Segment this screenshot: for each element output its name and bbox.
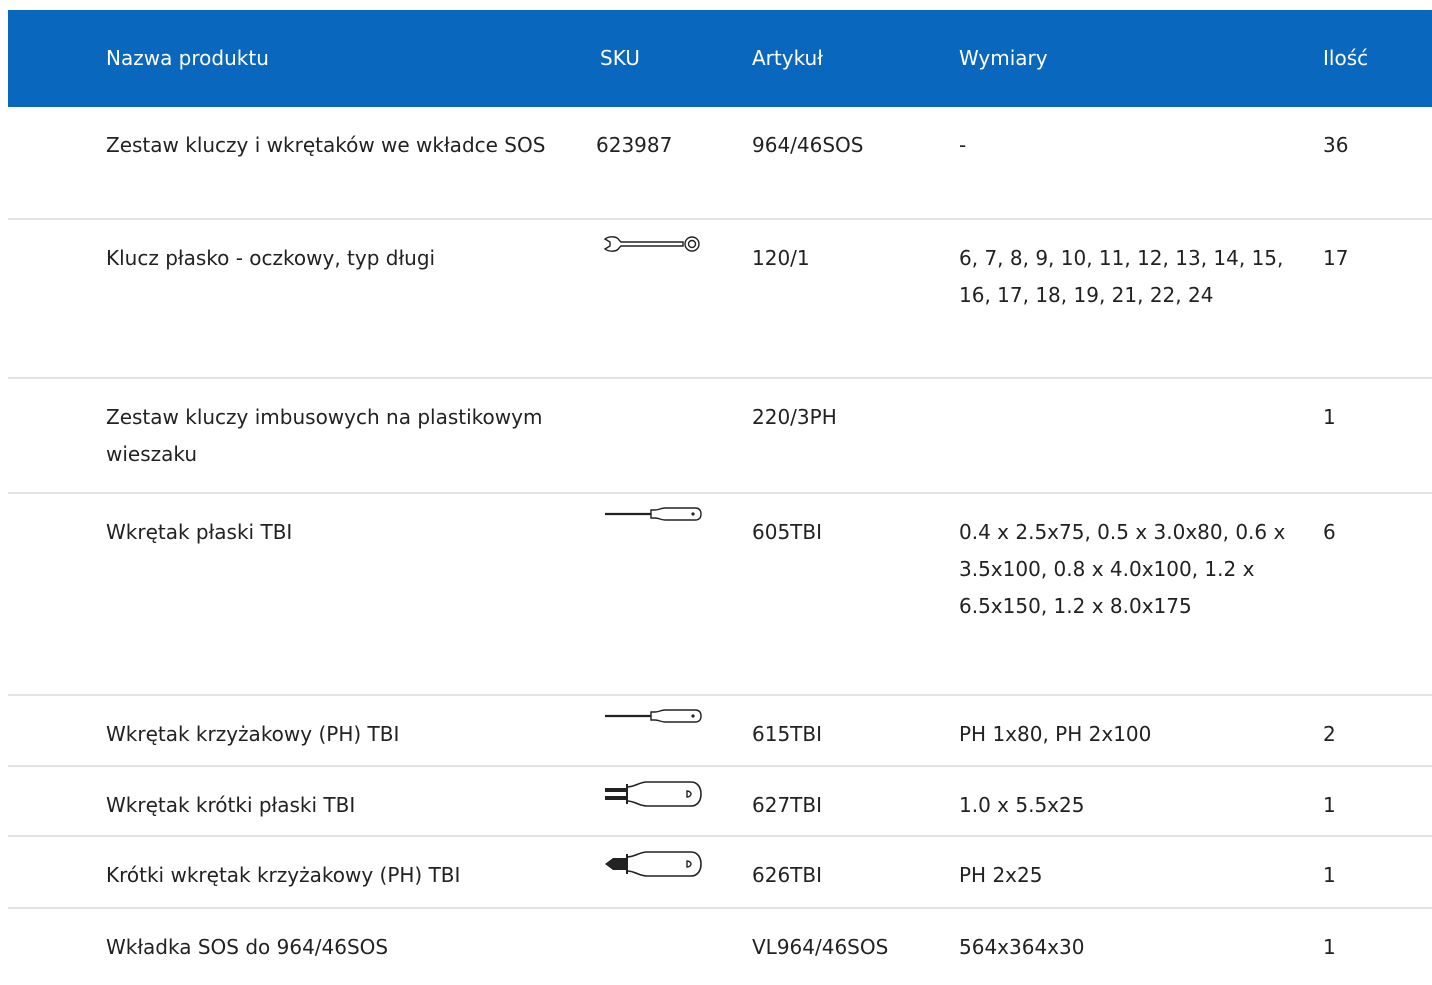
product-article: 615TBI — [752, 722, 823, 746]
product-dimensions: PH 2x25 — [959, 863, 1043, 887]
product-name: Krótki wkrętak krzyżakowy (PH) TBI — [106, 863, 461, 887]
product-name: Zestaw kluczy imbusowych na plastikowym … — [106, 405, 543, 466]
table-row: Wkrętak krzyżakowy (PH) TBI 615TBI PH 1x… — [8, 696, 1432, 767]
product-name: Zestaw kluczy i wkrętaków we wkładce SOS — [106, 133, 546, 157]
product-article: 220/3PH — [752, 405, 837, 429]
table-header: Nazwa produktu SKU Artykuł Wymiary Ilość — [8, 10, 1432, 107]
product-quantity: 17 — [1323, 246, 1349, 270]
table-row: Zestaw kluczy imbusowych na plastikowym … — [8, 379, 1432, 494]
product-article: 627TBI — [752, 793, 823, 817]
table-row: Zestaw kluczy i wkrętaków we wkładce SOS… — [8, 107, 1432, 220]
product-dimensions: 0.4 x 2.5x75, 0.5 x 3.0x80, 0.6 x 3.5x10… — [959, 520, 1286, 618]
product-quantity: 36 — [1323, 133, 1349, 157]
product-quantity: 1 — [1323, 405, 1336, 429]
product-dimensions: 6, 7, 8, 9, 10, 11, 12, 13, 14, 15, 16, … — [959, 246, 1284, 307]
table-row: Wkładka SOS do 964/46SOS VL964/46SOS 564… — [8, 909, 1432, 985]
table-row: Wkrętak krótki płaski TBI 627TBI 1.0 x 5… — [8, 767, 1432, 837]
product-quantity: 1 — [1323, 935, 1336, 959]
product-article: 605TBI — [752, 520, 823, 544]
header-article: Artykuł — [752, 46, 823, 70]
combination-wrench-icon — [603, 236, 703, 252]
header-dimensions: Wymiary — [959, 46, 1048, 70]
product-name: Klucz płasko - oczkowy, typ długi — [106, 246, 436, 270]
product-dimensions: 564x364x30 — [959, 935, 1085, 959]
product-name: Wkrętak płaski TBI — [106, 520, 293, 544]
product-article: 964/46SOS — [752, 133, 864, 157]
product-article: VL964/46SOS — [752, 935, 889, 959]
product-dimensions: - — [959, 133, 967, 157]
product-table: Nazwa produktu SKU Artykuł Wymiary Ilość… — [8, 10, 1432, 985]
flat-screwdriver-icon — [603, 506, 703, 522]
product-sku: 623987 — [596, 133, 673, 157]
table-row: Krótki wkrętak krzyżakowy (PH) TBI 626TB… — [8, 837, 1432, 909]
header-quantity: Ilość — [1323, 46, 1369, 70]
product-quantity: 1 — [1323, 793, 1336, 817]
short-phillips-screwdriver-icon — [603, 849, 703, 879]
short-flat-screwdriver-icon — [603, 779, 703, 809]
table-row: Klucz płasko - oczkowy, typ długi 120/1 … — [8, 220, 1432, 379]
table-row: Wkrętak płaski TBI 605TBI 0.4 x 2.5x75, … — [8, 494, 1432, 696]
product-quantity: 1 — [1323, 863, 1336, 887]
product-article: 120/1 — [752, 246, 810, 270]
header-name: Nazwa produktu — [106, 46, 269, 70]
product-article: 626TBI — [752, 863, 823, 887]
product-name: Wkrętak krzyżakowy (PH) TBI — [106, 722, 400, 746]
product-dimensions: PH 1x80, PH 2x100 — [959, 722, 1152, 746]
phillips-screwdriver-icon — [603, 708, 703, 724]
product-quantity: 2 — [1323, 722, 1336, 746]
product-name: Wkładka SOS do 964/46SOS — [106, 935, 389, 959]
product-quantity: 6 — [1323, 520, 1336, 544]
header-sku: SKU — [600, 46, 640, 70]
product-name: Wkrętak krótki płaski TBI — [106, 793, 356, 817]
product-dimensions: 1.0 x 5.5x25 — [959, 793, 1085, 817]
